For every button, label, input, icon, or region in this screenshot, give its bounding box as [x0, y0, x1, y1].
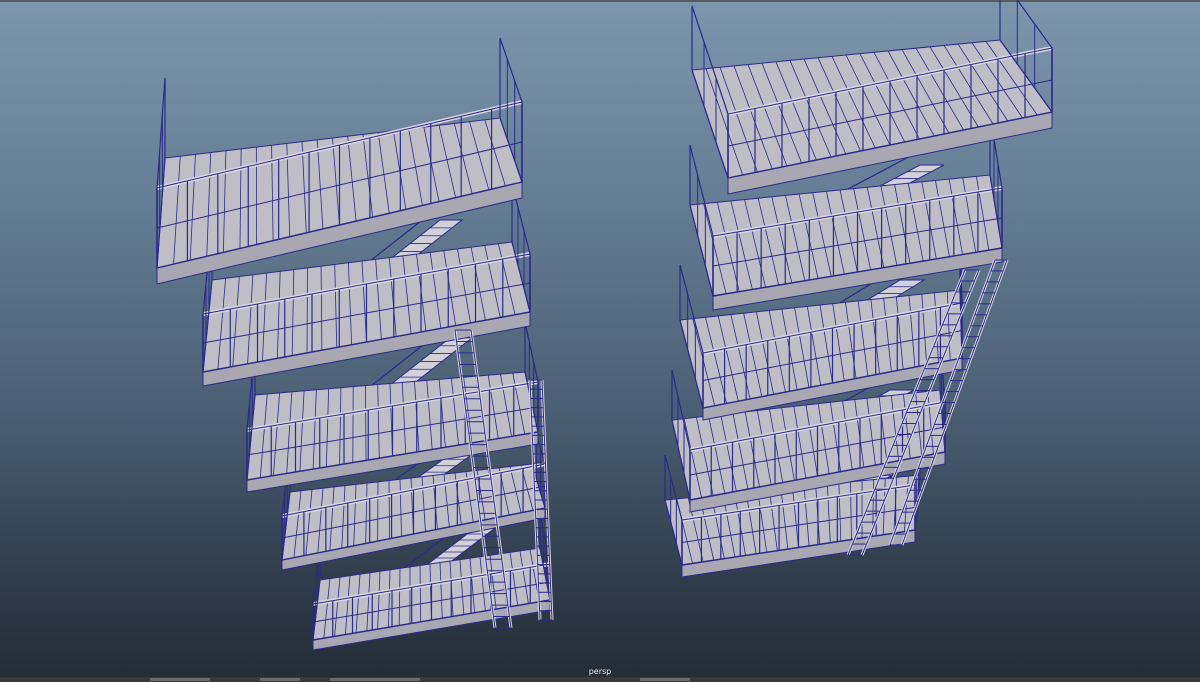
camera-label: persp	[588, 667, 612, 676]
strip-segment	[640, 678, 690, 681]
stair-tower-left[interactable]	[156, 37, 554, 651]
strip-segment	[260, 678, 300, 681]
stair-tower-right[interactable]	[664, 0, 1053, 578]
landing-platform	[156, 37, 523, 285]
viewport-bottom-strip	[0, 676, 1200, 682]
maya-viewport[interactable]: persp	[0, 0, 1200, 682]
strip-segment	[330, 678, 420, 681]
viewport-canvas[interactable]	[0, 0, 1200, 682]
strip-segment	[150, 678, 210, 681]
